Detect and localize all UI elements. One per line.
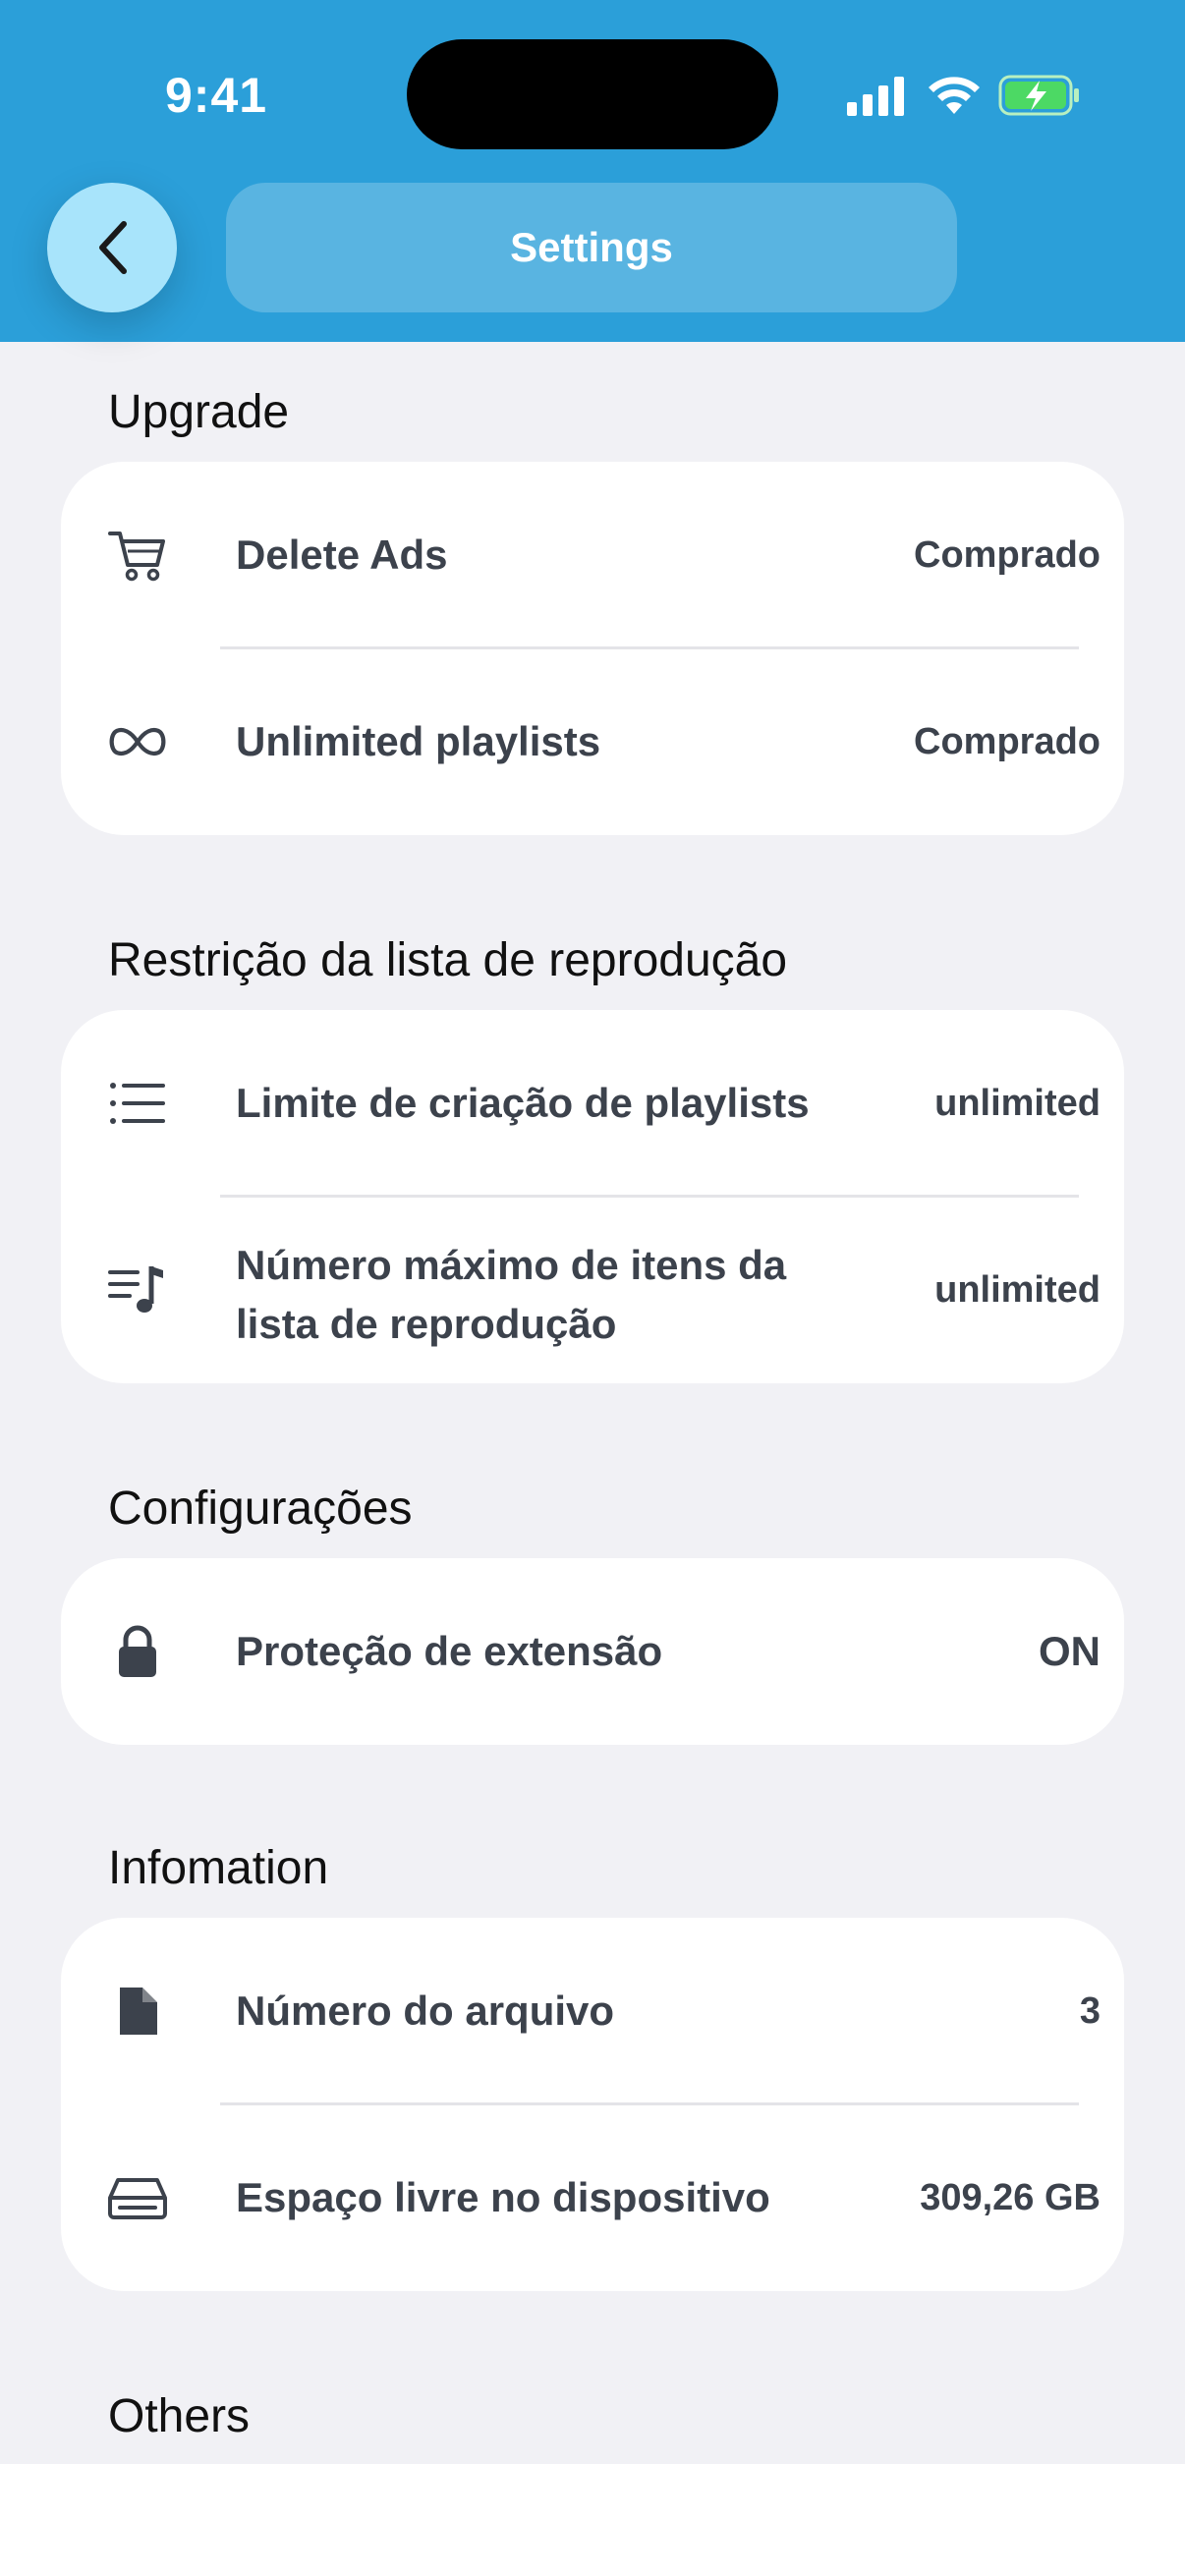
row-value: 3: [1079, 1989, 1100, 2032]
section-title-restriction: Restrição da lista de reprodução: [108, 934, 788, 986]
signal-icon: [847, 77, 904, 116]
lock-icon: [106, 1620, 169, 1683]
row-free-space[interactable]: Espaço livre no dispositivo 309,26 GB: [61, 2104, 1124, 2291]
row-value: 309,26 GB: [920, 2176, 1100, 2218]
wifi-icon: [929, 77, 980, 114]
row-label: Número do arquivo: [236, 1988, 615, 2034]
section-title-others: Others: [108, 2390, 251, 2442]
row-value: Comprado: [914, 720, 1100, 762]
row-max-items[interactable]: Número máximo de itens da lista de repro…: [61, 1197, 1124, 1383]
row-label: Proteção de extensão: [236, 1628, 663, 1674]
bottom-area: [0, 2464, 1185, 2576]
row-label: Limite de criação de playlists: [236, 1080, 810, 1126]
status-time: 9:41: [165, 68, 268, 123]
chevron-left-icon: [99, 221, 127, 274]
music-list-icon: [106, 1259, 169, 1321]
row-extension-protection[interactable]: Proteção de extensão ON: [61, 1558, 1124, 1745]
info-card: Número do arquivo 3 Espaço livre no disp…: [61, 1918, 1124, 2291]
title-pill: Settings: [226, 183, 957, 312]
file-icon: [106, 1980, 169, 2043]
row-value: Comprado: [914, 533, 1100, 576]
storage-icon: [106, 2166, 169, 2229]
section-title-upgrade: Upgrade: [108, 386, 290, 438]
list-icon: [106, 1072, 169, 1135]
row-unlimited-playlists[interactable]: Unlimited playlists Comprado: [61, 648, 1124, 835]
row-value[interactable]: ON: [1039, 1628, 1100, 1675]
row-label: Delete Ads: [236, 532, 448, 578]
row-file-count[interactable]: Número do arquivo 3: [61, 1918, 1124, 2104]
header-bar: 9:41 Settings: [0, 0, 1185, 342]
row-value: unlimited: [934, 1268, 1100, 1311]
row-label: Unlimited playlists: [236, 718, 601, 764]
infinity-icon: [106, 710, 169, 773]
page-title: Settings: [510, 224, 673, 270]
row-value: unlimited: [934, 1082, 1100, 1124]
row-label-line1: Número máximo de itens da: [236, 1242, 787, 1288]
section-title-config: Configurações: [108, 1483, 413, 1535]
row-delete-ads[interactable]: Delete Ads Comprado: [61, 462, 1124, 648]
upgrade-card: Delete Ads Comprado Unlimited playlists …: [61, 462, 1124, 835]
row-label: Espaço livre no dispositivo: [236, 2174, 770, 2220]
section-title-info: Infomation: [108, 1842, 329, 1894]
back-button[interactable]: [47, 183, 177, 312]
row-playlist-limit[interactable]: Limite de criação de playlists unlimited: [61, 1010, 1124, 1197]
restriction-card: Limite de criação de playlists unlimited…: [61, 1010, 1124, 1383]
cart-icon: [106, 524, 169, 587]
row-label-line2: lista de reprodução: [236, 1301, 617, 1347]
dynamic-island: [407, 39, 778, 149]
battery-icon: [998, 75, 1079, 116]
config-card: Proteção de extensão ON: [61, 1558, 1124, 1745]
row-label-multiline: Número máximo de itens da lista de repro…: [236, 1236, 786, 1354]
